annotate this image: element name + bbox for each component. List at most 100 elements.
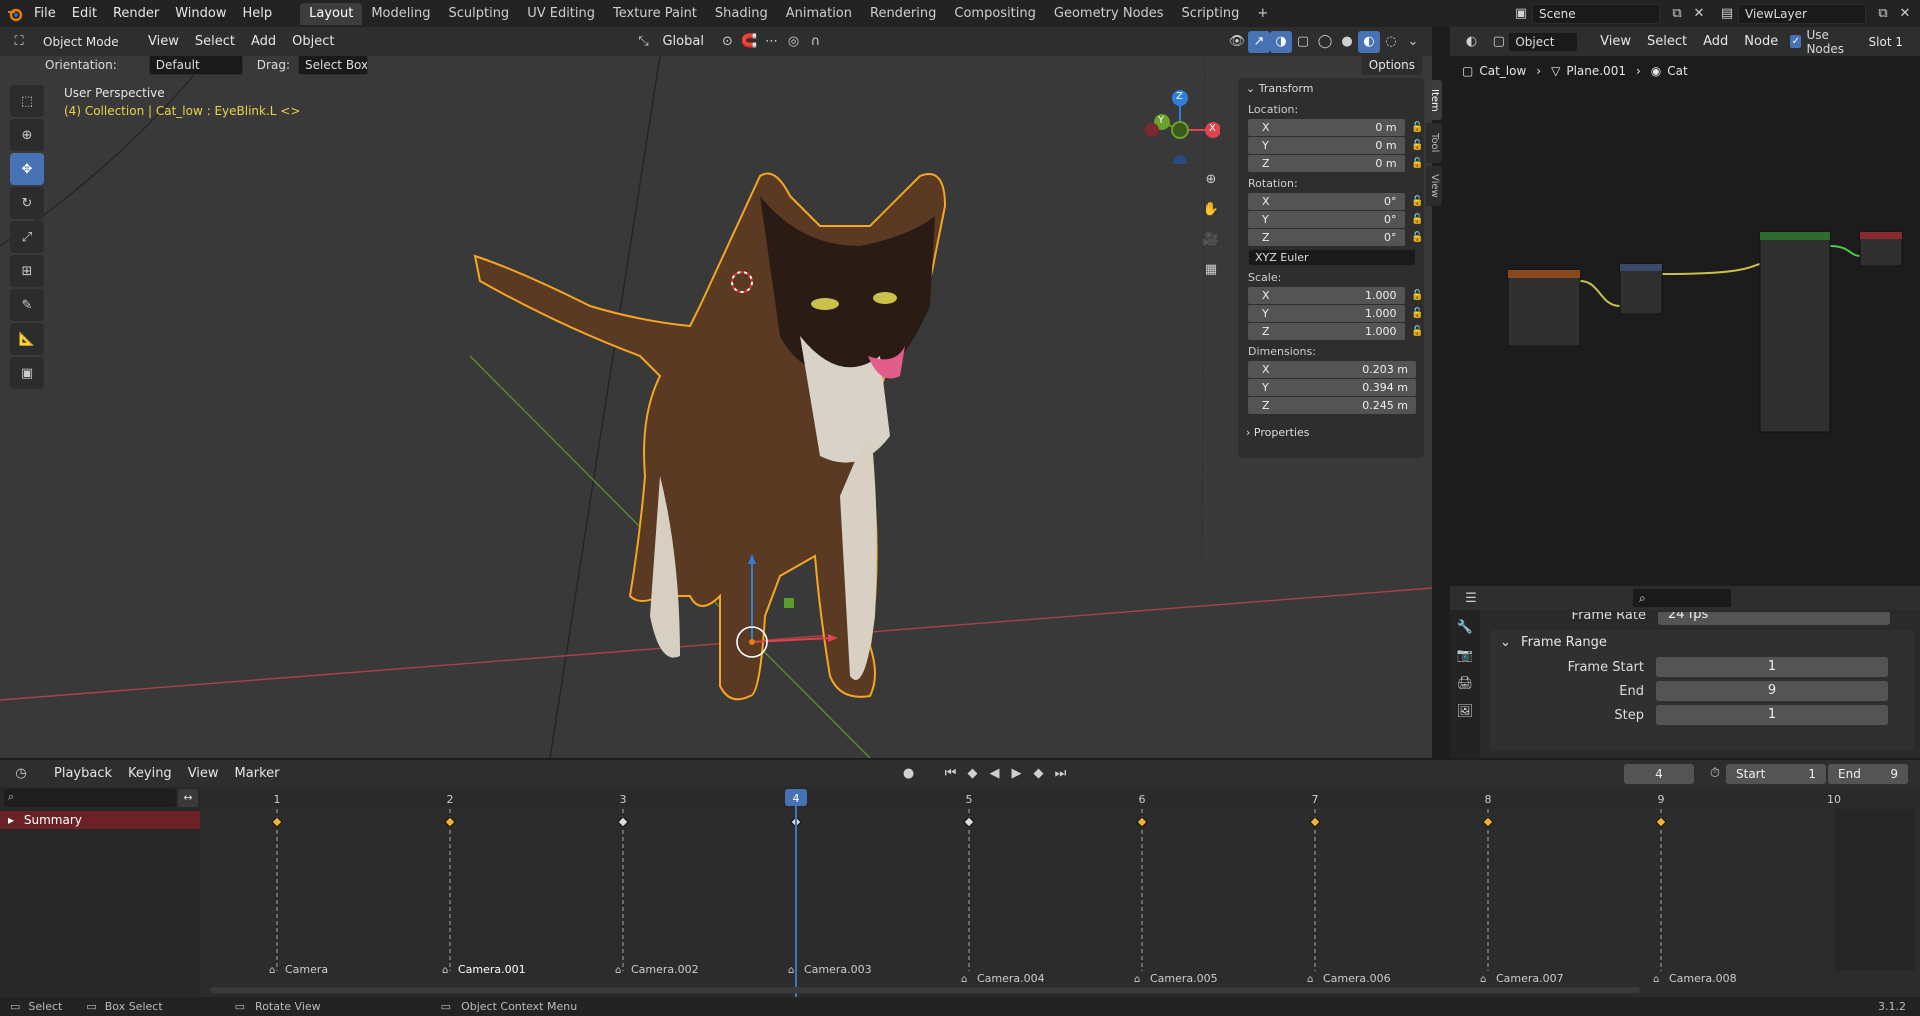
- scene-icon[interactable]: ▣: [1510, 3, 1532, 25]
- pivot-point-icon[interactable]: ⊙: [716, 31, 738, 53]
- properties-panel-header[interactable]: › Properties: [1238, 422, 1424, 444]
- output-tab-icon[interactable]: 🖨: [1454, 672, 1476, 694]
- viewport-3d[interactable]: User Perspective (4) Collection | Cat_lo…: [0, 56, 1432, 758]
- next-keyframe-icon[interactable]: ◆: [1027, 763, 1049, 785]
- workspace-tab-animation[interactable]: Animation: [777, 3, 861, 25]
- proportional-falloff-icon[interactable]: ∩: [804, 31, 826, 53]
- mapping-node[interactable]: [1619, 263, 1663, 315]
- drag-selector[interactable]: Select Box: [297, 55, 368, 75]
- navigation-gizmo[interactable]: Z Y X: [1140, 84, 1221, 169]
- rotation-x-field[interactable]: X 0°: [1248, 192, 1405, 210]
- scale-tool-icon[interactable]: ⤢: [10, 221, 44, 253]
- cat-model[interactable]: [473, 172, 947, 701]
- workspace-tab-sculpting[interactable]: Sculpting: [439, 3, 518, 25]
- frame-end-field[interactable]: 9: [1656, 681, 1888, 701]
- editor-type-properties-icon[interactable]: ☰: [1460, 587, 1482, 609]
- node-menu-view[interactable]: View: [1592, 28, 1639, 55]
- rotation-z-field[interactable]: Z 0°: [1248, 228, 1405, 246]
- transform-orientation-selector[interactable]: Global: [654, 28, 716, 55]
- record-icon[interactable]: ●: [897, 763, 919, 785]
- gizmo-toggle-icon[interactable]: ↗: [1248, 30, 1270, 53]
- channel-search-input[interactable]: ⌕: [4, 789, 176, 807]
- principled-bsdf-node[interactable]: [1759, 231, 1831, 433]
- rotation-y-field[interactable]: Y 0°: [1248, 210, 1405, 228]
- workspace-tab-uv-editing[interactable]: UV Editing: [518, 3, 604, 25]
- workspace-tab-texture-paint[interactable]: Texture Paint: [604, 3, 706, 25]
- lock-icon[interactable]: 🔓: [1411, 122, 1424, 133]
- ortho-grid-icon[interactable]: ▦: [1200, 258, 1222, 280]
- menu-edit[interactable]: Edit: [64, 0, 105, 27]
- editor-type-timeline-icon[interactable]: ◷: [10, 763, 32, 785]
- dimensions-y-field[interactable]: Y 0.394 m: [1248, 378, 1416, 396]
- node-menu-node[interactable]: Node: [1736, 28, 1786, 55]
- workspace-tab-rendering[interactable]: Rendering: [861, 3, 945, 25]
- node-editor-canvas[interactable]: [1450, 56, 1920, 586]
- slot-selector[interactable]: Slot 1: [1861, 31, 1910, 52]
- tool-tab-icon[interactable]: 🔧: [1454, 616, 1476, 638]
- timeline-menu-playback[interactable]: Playback: [46, 760, 120, 787]
- rotation-mode-selector[interactable]: XYZ Euler: [1248, 248, 1416, 266]
- sidebar-tab-view[interactable]: View: [1426, 166, 1442, 206]
- camera-view-icon[interactable]: 🎥: [1200, 228, 1222, 250]
- transform-tool-icon[interactable]: ⊞: [10, 255, 44, 287]
- scene-remove-icon[interactable]: ✕: [1688, 3, 1710, 25]
- move-tool-icon[interactable]: ✥: [10, 153, 44, 185]
- menu-help[interactable]: Help: [235, 0, 281, 27]
- editor-type-3d-icon[interactable]: ⛶: [8, 31, 30, 53]
- scale-z-field[interactable]: Z 1.000: [1248, 322, 1405, 340]
- workspace-tab-layout[interactable]: Layout: [300, 2, 363, 25]
- timeline-scrollbar[interactable]: [210, 987, 1640, 993]
- transform-orientation-icon[interactable]: ⤡: [632, 31, 654, 53]
- scene-copy-icon[interactable]: ⧉: [1666, 3, 1688, 25]
- transform-panel-header[interactable]: ⌄ Transform: [1238, 78, 1424, 100]
- lock-icon[interactable]: 🔓: [1411, 308, 1424, 319]
- workspace-tab-shading[interactable]: Shading: [706, 3, 777, 25]
- lock-icon[interactable]: 🔓: [1411, 290, 1424, 301]
- timeline-menu-view[interactable]: View: [180, 760, 227, 787]
- pan-hand-icon[interactable]: ✋: [1200, 198, 1222, 220]
- checkbox-icon[interactable]: ✓: [1790, 35, 1802, 48]
- wireframe-shading-icon[interactable]: ◯: [1314, 31, 1336, 53]
- options-button[interactable]: Options: [1361, 55, 1422, 75]
- zoom-icon[interactable]: ⊕: [1200, 168, 1222, 190]
- view-layer-icon[interactable]: ▤: [1716, 3, 1738, 25]
- view-layer-tab-icon[interactable]: 🖼: [1454, 700, 1476, 722]
- menu-file[interactable]: File: [26, 0, 64, 27]
- orientation-selector[interactable]: Default: [148, 55, 243, 75]
- visibility-eye-icon[interactable]: 👁: [1226, 31, 1248, 53]
- stopwatch-icon[interactable]: ⏱: [1704, 763, 1726, 785]
- xray-icon[interactable]: ▢: [1292, 31, 1314, 53]
- snap-icon[interactable]: 🧲: [738, 31, 760, 53]
- sidebar-tab-tool[interactable]: Tool: [1426, 123, 1442, 163]
- use-nodes-toggle[interactable]: ✓ Use Nodes: [1790, 28, 1861, 56]
- location-x-field[interactable]: X0 m: [1248, 118, 1405, 136]
- material-preview-icon[interactable]: ◐: [1358, 30, 1380, 53]
- material-output-node[interactable]: [1859, 231, 1903, 267]
- view-layer-copy-icon[interactable]: ⧉: [1872, 3, 1894, 25]
- viewport-menu-select[interactable]: Select: [187, 28, 243, 55]
- solid-shading-icon[interactable]: ●: [1336, 31, 1358, 53]
- viewport-menu-object[interactable]: Object: [284, 28, 342, 55]
- dimensions-z-field[interactable]: Z 0.245 m: [1248, 396, 1416, 414]
- properties-search-input[interactable]: ⌕: [1632, 588, 1732, 608]
- sidebar-tab-item[interactable]: Item: [1426, 80, 1442, 120]
- view-layer-selector[interactable]: ViewLayer: [1738, 3, 1866, 24]
- proportional-edit-icon[interactable]: ◎: [782, 31, 804, 53]
- location-z-field[interactable]: Z0 m: [1248, 154, 1405, 172]
- location-y-field[interactable]: Y0 m: [1248, 136, 1405, 154]
- summary-row[interactable]: ▸ Summary: [0, 811, 200, 829]
- lock-icon[interactable]: 🔓: [1411, 214, 1424, 225]
- frame-step-field[interactable]: 1: [1656, 705, 1888, 725]
- blender-logo-icon[interactable]: [4, 3, 26, 25]
- annotate-tool-icon[interactable]: ✎: [10, 289, 44, 321]
- scene-selector[interactable]: Scene: [1532, 3, 1660, 24]
- sync-icon[interactable]: ↔: [178, 789, 198, 807]
- lock-icon[interactable]: 🔓: [1411, 232, 1424, 243]
- menu-window[interactable]: Window: [167, 0, 234, 27]
- dimensions-x-field[interactable]: X 0.203 m: [1248, 360, 1416, 378]
- current-frame-field[interactable]: 4: [1624, 763, 1694, 784]
- frame-rate-selector[interactable]: 24 fps: [1658, 612, 1890, 625]
- node-menu-add[interactable]: Add: [1695, 28, 1736, 55]
- add-workspace-button[interactable]: +: [1248, 3, 1277, 25]
- workspace-tab-scripting[interactable]: Scripting: [1173, 3, 1249, 25]
